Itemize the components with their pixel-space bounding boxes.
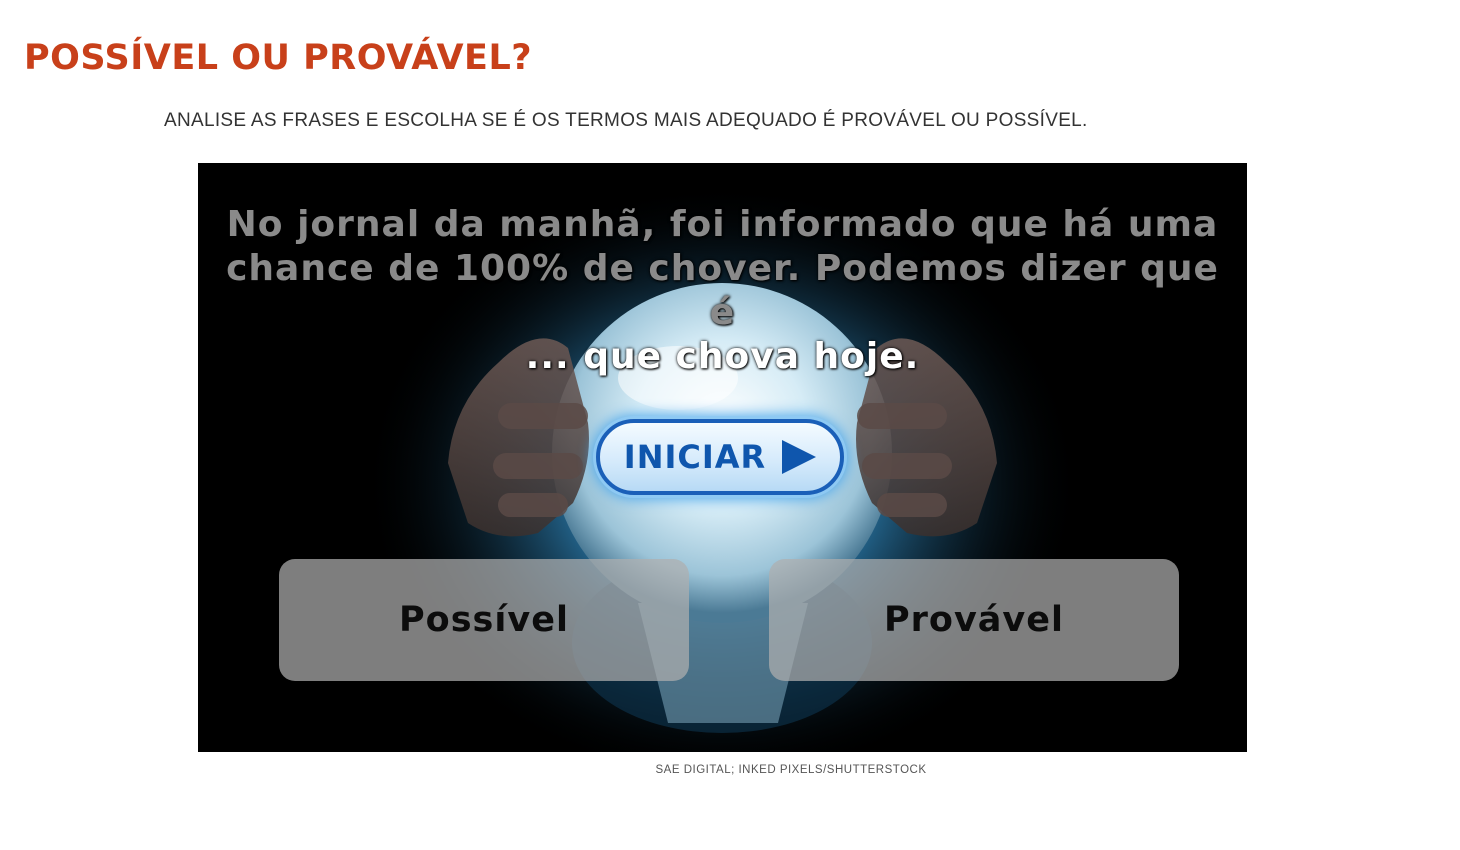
question-line-1: No jornal da manhã, foi informado que há… bbox=[226, 204, 1219, 245]
answer-label: Possível bbox=[399, 600, 569, 640]
game-frame[interactable]: No jornal da manhã, foi informado que há… bbox=[198, 163, 1247, 752]
start-button[interactable]: INICIAR bbox=[596, 419, 844, 495]
play-icon bbox=[782, 440, 817, 474]
question-line-2: chance de 100% de chover. Podemos dizer … bbox=[226, 248, 1219, 333]
answer-provavel-button[interactable]: Provável bbox=[769, 559, 1179, 681]
answer-label: Provável bbox=[884, 600, 1064, 640]
instructions-text: ANALISE AS FRASES E ESCOLHA SE É OS TERM… bbox=[164, 110, 1088, 131]
question-text: No jornal da manhã, foi informado que há… bbox=[218, 203, 1227, 379]
page-title: POSSÍVEL OU PROVÁVEL? bbox=[24, 38, 533, 78]
image-credit: SAE DIGITAL; INKED PIXELS/SHUTTERSTOCK bbox=[655, 764, 927, 776]
start-button-label: INICIAR bbox=[623, 438, 767, 476]
question-line-3: ... que chova hoje. bbox=[525, 336, 920, 377]
answer-possivel-button[interactable]: Possível bbox=[279, 559, 689, 681]
